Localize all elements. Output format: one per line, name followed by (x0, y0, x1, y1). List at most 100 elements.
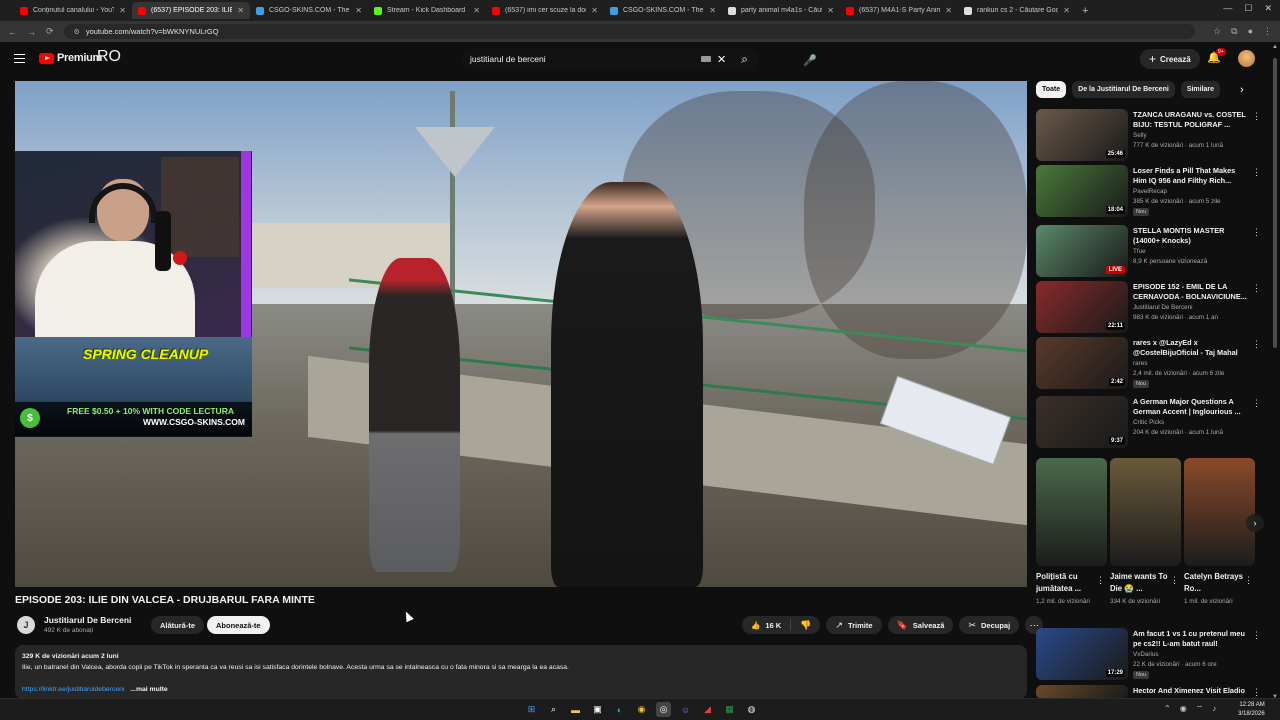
more-options-icon[interactable]: ⋮ (1252, 687, 1261, 698)
page-scrollbar[interactable]: ▲ ▼ (1272, 44, 1278, 700)
save-button[interactable]: 🔖 Salvează (887, 616, 954, 634)
short-thumbnail[interactable] (1036, 458, 1107, 566)
file-explorer-icon[interactable]: ▬ (568, 702, 583, 717)
shorts-next-button[interactable]: › (1246, 514, 1264, 532)
windows-start-icon[interactable]: ⊞ (524, 702, 539, 717)
video-thumbnail[interactable] (1036, 685, 1128, 699)
steam-icon[interactable]: ◎ (656, 702, 671, 717)
profile-icon[interactable]: ● (1248, 26, 1253, 37)
dislike-button[interactable]: 👎 (791, 620, 820, 631)
video-thumbnail[interactable]: 18:04 (1036, 165, 1128, 217)
short-thumbnail[interactable] (1110, 458, 1181, 566)
rec-channel[interactable]: Tfue (1133, 248, 1146, 255)
channel-avatar[interactable]: J (17, 616, 35, 634)
browser-tab[interactable]: (6537) M4A1-S Party Animal | C ✕ (840, 2, 958, 19)
search-input[interactable]: justitiarul de berceni (470, 54, 701, 64)
more-options-icon[interactable]: ⋮ (1252, 630, 1261, 641)
recommended-video[interactable]: 2:42 rares x @LazyEd x @CostelBijuOficial… (1036, 337, 1261, 389)
edge-icon[interactable]: ◐ (612, 702, 627, 717)
more-options-icon[interactable]: ⋮ (1096, 575, 1105, 586)
user-avatar[interactable] (1238, 50, 1255, 67)
taskbar-clock[interactable]: 12:28 AM 3/18/2026 (1238, 701, 1265, 719)
close-tab-icon[interactable]: ✕ (591, 6, 598, 15)
video-thumbnail[interactable]: 17:29 (1036, 628, 1128, 680)
rec-channel[interactable]: VxDarius (1133, 651, 1159, 658)
browser-tab[interactable]: Stream - Kick Dashboard ✕ (368, 2, 486, 19)
star-icon[interactable]: ☆ (1213, 26, 1221, 37)
short-video[interactable]: Polițistă cu jumătatea ... 1,2 mil. de vi… (1036, 458, 1107, 618)
short-video[interactable]: Catelyn Betrays Ro... 1 mil. de vizionări… (1184, 458, 1255, 618)
browser-tab[interactable]: party animal m4a1s - Căutare G ✕ (722, 2, 840, 19)
search-icon[interactable]: ⌕ (741, 52, 748, 67)
video-thumbnail[interactable]: 25:46 (1036, 109, 1128, 161)
more-options-icon[interactable]: ⋮ (1170, 575, 1179, 586)
search-box[interactable]: justitiarul de berceni ✕ ⌕ (462, 48, 758, 70)
browser-tab[interactable]: CSGO-SKINS.COM - The best C ✕ (250, 2, 368, 19)
rec-title[interactable]: STELLA MONTIS MASTER (14000+ Knocks) (1133, 226, 1250, 246)
rec-title[interactable]: Am facut 1 vs 1 cu pretenul meu pe cs2!!… (1133, 629, 1250, 649)
video-thumbnail[interactable]: LIVE (1036, 225, 1128, 277)
microphone-icon[interactable]: 🎤 (800, 51, 820, 69)
recommended-video[interactable]: 18:04 Loser Finds a Pill That Makes Him I… (1036, 165, 1261, 217)
volume-icon[interactable]: ♪ (1212, 704, 1216, 714)
more-options-icon[interactable]: ⋮ (1252, 167, 1261, 178)
browser-tab[interactable]: CSGO-SKINS.COM - The best C ✕ (604, 2, 722, 19)
youtube-premium-logo[interactable]: Premium (39, 52, 102, 64)
more-options-icon[interactable]: ⋮ (1252, 111, 1261, 122)
filter-chip[interactable]: Similare (1180, 81, 1221, 98)
short-video[interactable]: Jaime wants To Die 😭 ... 334 K de vizionă… (1110, 458, 1181, 618)
video-thumbnail[interactable]: 2:42 (1036, 337, 1128, 389)
site-info-icon[interactable]: ⚙ (74, 28, 80, 36)
video-thumbnail[interactable]: 22:11 (1036, 281, 1128, 333)
recommended-video[interactable]: Hector And Ximenez Visit Eladio ⋮ (1036, 685, 1261, 699)
more-options-icon[interactable]: ⋮ (1244, 575, 1253, 586)
close-tab-icon[interactable]: ✕ (119, 6, 126, 15)
search-icon[interactable]: ⌕ (546, 702, 561, 717)
scrollbar-thumb[interactable] (1273, 58, 1277, 348)
rec-channel[interactable]: Critic Picks (1133, 419, 1164, 426)
extension-icon[interactable]: ⧉ (1231, 26, 1237, 37)
app-icon[interactable]: ◢ (700, 702, 715, 717)
rec-channel[interactable]: Selly (1133, 132, 1147, 139)
new-tab-icon[interactable]: + (1082, 5, 1088, 17)
close-tab-icon[interactable]: ✕ (1063, 6, 1070, 15)
rec-title[interactable]: rares x @LazyEd x @CostelBijuOficial - T… (1133, 338, 1250, 358)
keyboard-icon[interactable] (701, 56, 712, 62)
close-tab-icon[interactable]: ✕ (827, 6, 834, 15)
share-button[interactable]: ↗ Trimite (826, 616, 882, 634)
join-button[interactable]: Alătură-te (151, 616, 205, 634)
url-field[interactable]: ⚙ youtube.com/watch?v=bWKNYNULrGQ (63, 24, 1196, 39)
minimize-icon[interactable]: — (1223, 3, 1232, 14)
rec-channel[interactable]: PavelRecap (1133, 188, 1167, 195)
subscribe-button[interactable]: Abonează-te (207, 616, 270, 634)
tray-app-icon[interactable]: ◉ (1180, 704, 1187, 714)
browser-tab[interactable]: rankuri cs 2 - Căutare Google ✕ (958, 2, 1076, 19)
scroll-up-icon[interactable]: ▲ (1272, 44, 1278, 50)
store-icon[interactable]: ▣ (590, 702, 605, 717)
more-options-icon[interactable]: ⋮ (1252, 339, 1261, 350)
close-tab-icon[interactable]: ✕ (945, 6, 952, 15)
recommended-video[interactable]: 9:37 A German Major Questions A German Ac… (1036, 396, 1261, 448)
excel-icon[interactable]: ▦ (722, 702, 737, 717)
discord-icon[interactable]: ☺ (678, 702, 693, 717)
clip-button[interactable]: ✂ Decupaj (959, 616, 1020, 634)
recommended-video[interactable]: 25:46 TZANCA URAGANU vs. COSTEL BIJU: TES… (1036, 109, 1261, 161)
short-title[interactable]: Jaime wants To Die 😭 ... (1110, 571, 1170, 595)
description-box[interactable]: 329 K de vizionări acum 2 luni Ilie, un … (15, 645, 1027, 699)
filter-chip[interactable]: Toate (1036, 81, 1067, 98)
browser-tab[interactable]: (6537) EPISODE 203: ILIE D ✕ (132, 2, 250, 19)
short-thumbnail[interactable] (1184, 458, 1255, 566)
recommended-video[interactable]: 22:11 EPISODE 152 - EMIL DE LA CERNAVODA … (1036, 281, 1261, 333)
close-tab-icon[interactable]: ✕ (237, 6, 244, 15)
close-tab-icon[interactable]: ✕ (709, 6, 716, 15)
rec-title[interactable]: A German Major Questions A German Accent… (1133, 397, 1250, 417)
rec-channel[interactable]: Justitiarul De Berceni (1133, 304, 1193, 311)
create-button[interactable]: + Creează (1140, 49, 1200, 69)
forward-icon[interactable]: → (27, 27, 36, 37)
browser-tab[interactable]: (6537) imi cer scuze la domni p ✕ (486, 2, 604, 19)
video-thumbnail[interactable]: 9:37 (1036, 396, 1128, 448)
chrome-icon[interactable]: ◉ (634, 702, 649, 717)
clear-search-icon[interactable]: ✕ (717, 53, 726, 66)
recommended-video[interactable]: LIVE STELLA MONTIS MASTER (14000+ Knocks)… (1036, 225, 1261, 277)
chevron-right-icon[interactable]: › (1240, 84, 1244, 96)
